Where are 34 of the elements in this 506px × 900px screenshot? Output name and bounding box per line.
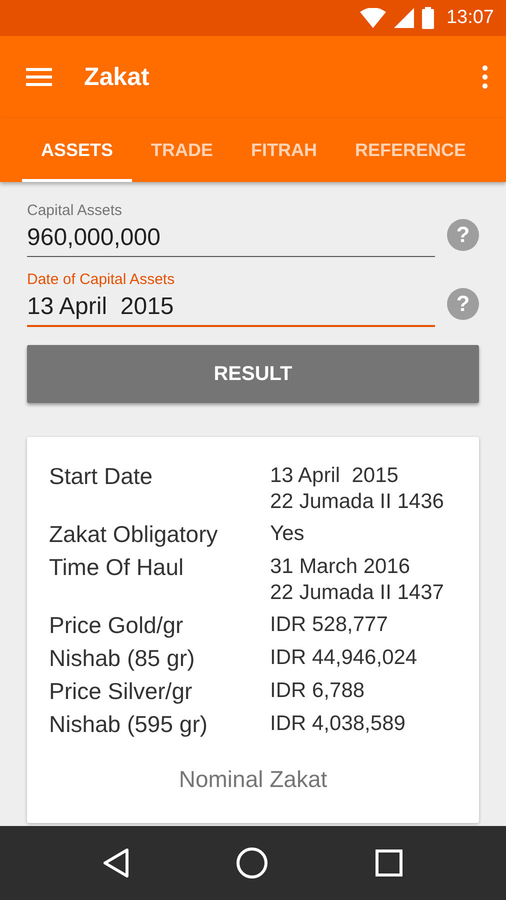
- more-options-icon[interactable]: [482, 65, 488, 89]
- result-value: IDR 6,788: [270, 678, 366, 704]
- tab[interactable]: TRADE: [132, 118, 232, 182]
- result-value: IDR 528,777: [270, 612, 389, 638]
- tab[interactable]: ASSETS: [22, 118, 132, 182]
- nominal-zakat-label: Nominal Zakat: [178, 766, 328, 793]
- result-label: Zakat Obligatory: [49, 521, 219, 548]
- signal-icon: [394, 8, 414, 28]
- menu-icon[interactable]: [26, 68, 52, 86]
- help-icon[interactable]: ?: [447, 218, 479, 250]
- back-icon[interactable]: [103, 848, 130, 878]
- home-icon[interactable]: [236, 847, 268, 879]
- status-time: 13:07: [446, 7, 494, 29]
- battery-icon: [422, 7, 434, 29]
- help-icon[interactable]: ?: [447, 288, 479, 320]
- result-label: Nishab (595 gr): [49, 711, 209, 738]
- result-label: Time Of Haul: [49, 554, 185, 582]
- result-value: 13 April 2015 22 Jumada II 1436: [270, 463, 445, 515]
- result-label: Price Gold/gr: [49, 612, 184, 639]
- input-field[interactable]: Capital Assets 960,000,000: [27, 202, 435, 257]
- result-label: Price Silver/gr: [49, 678, 194, 705]
- result-value: IDR 44,946,024: [270, 645, 418, 671]
- app-title: Zakat: [84, 62, 150, 92]
- result-label: Start Date: [49, 463, 154, 491]
- result-button[interactable]: RESULT: [27, 345, 479, 403]
- result-label: Nishab (85 gr): [49, 645, 196, 672]
- tab[interactable]: REFERENCE: [336, 118, 486, 182]
- result-value: 31 March 2016 22 Jumada II 1437: [270, 554, 445, 606]
- input-field[interactable]: Date of Capital Assets 13 April 2015: [27, 271, 435, 327]
- wifi-icon: [360, 8, 386, 28]
- result-value: Yes: [270, 521, 306, 547]
- tab[interactable]: FITRAH: [232, 118, 336, 182]
- result-value: IDR 4,038,589: [270, 711, 406, 737]
- recents-icon[interactable]: [374, 849, 403, 877]
